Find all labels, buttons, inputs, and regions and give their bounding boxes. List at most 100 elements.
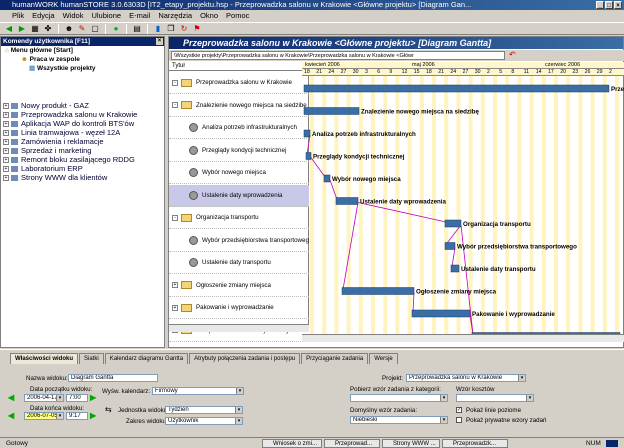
end-time-field[interactable]: 9:17	[66, 412, 88, 420]
back-arrow-icon[interactable]: ◀	[4, 24, 14, 33]
show-private-checkbox[interactable]	[456, 417, 462, 423]
gantt-window-title: Przeprowadzka salonu w Krakowie <Główne …	[169, 37, 623, 49]
menu-widok[interactable]: Widok	[63, 10, 84, 21]
view-name-field[interactable]: Diagram Gantta	[68, 374, 158, 382]
taskbar-button[interactable]: Strony WWW ...	[382, 439, 440, 448]
taskbar-button[interactable]: Wniosek o zmi...	[262, 439, 322, 448]
tab-view-properties[interactable]: Właściwości widoku	[10, 353, 79, 364]
main-menu-item[interactable]: ⌂ Menu główne [Start]	[5, 47, 73, 54]
scope-label: Zakres widoku:	[126, 418, 168, 425]
scope-select[interactable]: Użytkownik ▾	[165, 417, 243, 425]
show-lines-label: Pokaż linie poziome	[466, 407, 522, 414]
grid-icon[interactable]: ▦	[30, 24, 40, 33]
next-end-arrow-icon[interactable]: ▶	[90, 412, 100, 420]
chart-icon[interactable]: ▮	[153, 24, 163, 33]
close-button[interactable]: ×	[614, 1, 622, 9]
minimize-button[interactable]: _	[596, 1, 604, 9]
menu-pomoc[interactable]: Pomoc	[226, 10, 249, 21]
task-row[interactable]: Analiza potrzeb infrastrukturalnych	[169, 117, 309, 139]
all-projects-item[interactable]: ▦ Wszystkie projekty	[29, 64, 96, 72]
refresh-icon[interactable]: ↻	[179, 24, 189, 33]
tab-snapping[interactable]: Przyciąganie zadania	[301, 353, 369, 364]
close-panel-icon[interactable]: ×	[156, 38, 163, 45]
maximize-button[interactable]: □	[605, 1, 613, 9]
task-row[interactable]: - Znalezienie nowego miejsca na siedzibę	[169, 95, 309, 117]
path-combo[interactable]: \Wszystkie projekty\Przeprowadzka salonu…	[171, 51, 505, 60]
tab-calendar[interactable]: Kalendarz diagramu Gantta	[104, 353, 189, 364]
expand-toggle[interactable]: +	[172, 304, 178, 311]
expand-toggle[interactable]: -	[172, 214, 178, 221]
tree-item[interactable]: + Sprzedaż i marketing	[3, 146, 91, 155]
tree-item-label: Aplikacja WAP do kontroli BTS'ów	[21, 119, 135, 128]
menu-email[interactable]: E-mail	[129, 10, 150, 21]
people-icon[interactable]: ☻	[64, 24, 74, 33]
path-text: \Wszystkie projekty\Przeprowadzka salonu…	[174, 53, 414, 59]
tree-item[interactable]: + Aplikacja WAP do kontroli BTS'ów	[3, 119, 134, 128]
menu-plik[interactable]: Plik	[12, 10, 24, 21]
start-date-field[interactable]: 2006-04-17 ▾	[24, 394, 64, 402]
menu-edycja[interactable]: Edycja	[32, 10, 55, 21]
day-label: 15	[413, 69, 420, 75]
task-row[interactable]: + Ogłoszenie zmiany miejsca	[169, 275, 309, 297]
tree-item[interactable]: + Nowy produkt - GAZ	[3, 101, 89, 110]
folder-icon	[181, 78, 192, 87]
copy-icon[interactable]: ❐	[166, 24, 176, 33]
forward-arrow-icon[interactable]: ▶	[17, 24, 27, 33]
pattern-label: Pobierz wzór zadania z kategorii:	[350, 386, 441, 393]
tree-item-label: Zamówienia i reklamacje	[21, 137, 104, 146]
menu-narzedzia[interactable]: Narzędzia	[158, 10, 192, 21]
puzzle-icon[interactable]: ✤	[43, 24, 53, 33]
calendar-select[interactable]: Firmowy ▾	[152, 387, 244, 395]
day-label: 30	[474, 69, 481, 75]
pattern-select[interactable]: ▾	[350, 394, 448, 402]
task-row[interactable]: Ustalenie daty transportu	[169, 252, 309, 274]
tab-grids[interactable]: Siatki	[79, 353, 104, 364]
document-icon[interactable]: ▢	[90, 24, 100, 33]
expand-toggle[interactable]: -	[172, 102, 178, 108]
task-row[interactable]: - Przeprowadzka salonu w Krakowie	[169, 72, 309, 94]
show-lines-checkbox[interactable]: ✓	[456, 407, 462, 413]
connector-select[interactable]: Niebieski ▾	[350, 416, 448, 424]
tree-item[interactable]: + Linia tramwajowa - węzeł 12A	[3, 128, 120, 137]
task-row[interactable]: + Pakowanie i wyprowadzanie	[169, 297, 309, 319]
expand-toggle[interactable]: -	[172, 79, 178, 86]
menu-okno[interactable]: Okno	[200, 10, 218, 21]
properties-panel: Właściwości widoku Siatki Kalendarz diag…	[0, 349, 624, 435]
task-row[interactable]: Ustalenie daty wprowadzenia	[169, 184, 309, 207]
unit-select[interactable]: Tydzień ▾	[165, 406, 243, 414]
tree-item[interactable]: + Przeprowadzka salonu w Krakowie	[3, 110, 137, 119]
taskbar-button[interactable]: Przeprowadzk...	[442, 439, 508, 448]
prev-start-arrow-icon[interactable]: ◀	[8, 394, 18, 402]
tab-versions[interactable]: Wersje	[369, 353, 398, 364]
task-row[interactable]: - Organizacja transportu	[169, 207, 309, 229]
expand-toggle[interactable]: +	[172, 282, 178, 288]
task-row[interactable]: Wybór nowego miejsca	[169, 162, 309, 184]
undo-icon[interactable]: ↶	[509, 50, 516, 59]
cost-select[interactable]: ▾	[456, 394, 534, 402]
project-select[interactable]: Przeprowadzka salonu w Krakowie ▾	[406, 374, 526, 382]
tree-item[interactable]: + Remont bloku zasilającego RDDG	[3, 155, 135, 164]
print-icon[interactable]: ▤	[132, 24, 142, 33]
panel-header: Komendy użytkownika [F11] ×	[1, 37, 164, 46]
work-group-item[interactable]: ☻ Praca w zespole	[21, 56, 80, 63]
start-time-field[interactable]: 7:00	[66, 394, 88, 402]
task-icon	[189, 123, 198, 132]
tree-item[interactable]: + Strony WWW dla klientów	[3, 173, 107, 182]
task-row[interactable]: Przeglądy kondycji technicznej	[169, 140, 309, 162]
day-label: 18	[304, 69, 310, 75]
pin-icon[interactable]: ✎	[77, 24, 87, 33]
taskbar-button[interactable]: Przeprowad...	[324, 439, 380, 448]
prev-end-arrow-icon[interactable]: ◀	[8, 412, 18, 420]
tree-item[interactable]: + Laboratorium ERP	[3, 164, 83, 173]
globe-icon[interactable]: ●	[111, 24, 121, 33]
task-list-scrollbar[interactable]	[169, 324, 309, 332]
next-start-arrow-icon[interactable]: ▶	[90, 394, 100, 402]
end-date-field[interactable]: 2006-07-05 ▾	[24, 412, 64, 420]
tree-item[interactable]: + Zamówienia i reklamacje	[3, 137, 104, 146]
month-label: czerwiec 2006	[545, 62, 581, 68]
flag-icon[interactable]: ⚑	[192, 24, 202, 33]
menu-ulubione[interactable]: Ulubione	[91, 10, 121, 21]
gantt-scrollbar[interactable]	[302, 334, 624, 342]
tab-attributes[interactable]: Atrybuty połączenia zadania i postępu	[189, 353, 301, 364]
task-row[interactable]: Wybór przedsiębiorstwa transportowego	[169, 230, 309, 252]
